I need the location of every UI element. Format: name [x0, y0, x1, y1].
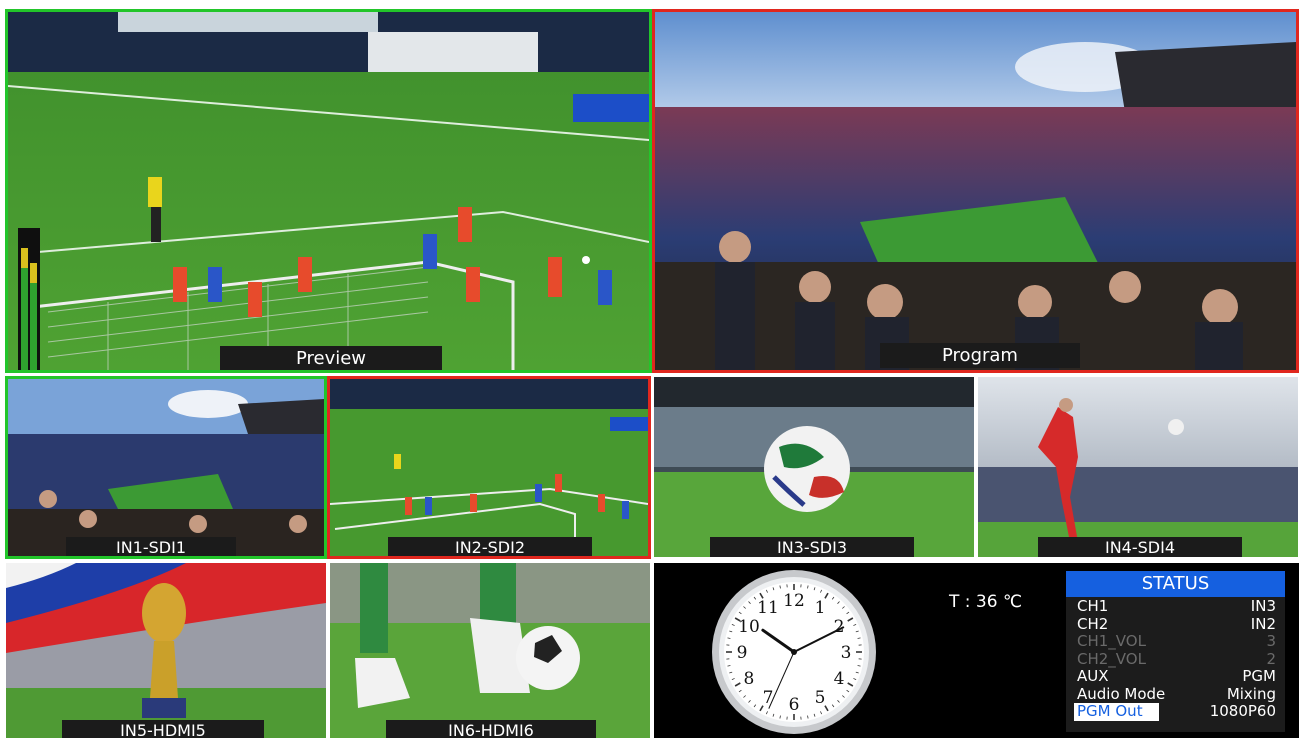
status-key: CH2_VOL	[1077, 651, 1146, 669]
analog-clock-icon: 121234567891011	[711, 569, 877, 735]
input-2-label: IN2-SDI2	[388, 537, 592, 559]
status-title: STATUS	[1066, 571, 1285, 597]
status-key: CH1	[1077, 598, 1108, 616]
status-value: IN3	[1251, 598, 1276, 616]
status-row-audio-mode: Audio Mode Mixing	[1066, 686, 1285, 704]
clock-numeral: 9	[737, 643, 748, 663]
temperature-readout: T : 36 ℃	[949, 592, 1022, 612]
input-5-label: IN5-HDMI5	[62, 720, 264, 738]
clock-numeral: 3	[841, 643, 852, 663]
program-label: Program	[880, 343, 1080, 368]
input-3-scene-image	[654, 377, 974, 557]
status-panel: STATUS CH1 IN3 CH2 IN2 CH1_VOL 3 CH2_VOL 2 A…	[1066, 571, 1285, 732]
input-tile-5[interactable]: IN5-HDMI5	[6, 563, 326, 738]
clock-numeral: 1	[815, 598, 826, 618]
program-tile[interactable]: Program	[652, 9, 1299, 373]
input-2-scene-image	[330, 379, 648, 556]
clock-numeral: 12	[783, 591, 805, 611]
status-row-ch1-vol: CH1_VOL 3	[1066, 633, 1285, 651]
input-4-scene-image	[978, 377, 1298, 557]
input-4-label: IN4-SDI4	[1038, 537, 1242, 557]
preview-label: Preview	[220, 346, 442, 371]
status-value: 2	[1266, 651, 1276, 669]
input-tile-6[interactable]: IN6-HDMI6	[330, 563, 650, 738]
status-row-ch2-vol: CH2_VOL 2	[1066, 651, 1285, 669]
status-key: CH1_VOL	[1077, 633, 1146, 651]
status-key: Audio Mode	[1077, 686, 1165, 704]
status-key-selected[interactable]: PGM Out	[1074, 703, 1159, 721]
clock-numeral: 8	[744, 669, 755, 689]
input-3-label: IN3-SDI3	[710, 537, 914, 557]
input-tile-3[interactable]: IN3-SDI3	[654, 377, 974, 557]
input-6-scene-image	[330, 563, 650, 738]
status-value: PGM	[1242, 668, 1276, 686]
status-row-aux: AUX PGM	[1066, 668, 1285, 686]
input-5-scene-image	[6, 563, 326, 738]
status-row-pgm-out[interactable]: PGM Out 1080P60	[1066, 703, 1285, 721]
status-key: CH2	[1077, 616, 1108, 634]
program-scene-image	[655, 12, 1296, 370]
input-1-scene-image	[8, 379, 324, 556]
clock-numeral: 10	[738, 617, 760, 637]
input-tile-4[interactable]: IN4-SDI4	[978, 377, 1298, 557]
status-value: 3	[1266, 633, 1276, 651]
status-value: IN2	[1251, 616, 1276, 634]
status-row-ch2: CH2 IN2	[1066, 616, 1285, 634]
clock-numeral: 11	[757, 598, 779, 618]
clock-numeral: 6	[789, 695, 800, 715]
input-tile-2[interactable]: IN2-SDI2	[327, 376, 651, 559]
status-value: Mixing	[1227, 686, 1276, 704]
audio-level-meter-icon	[18, 228, 40, 373]
status-row-ch1: CH1 IN3	[1066, 598, 1285, 616]
input-6-label: IN6-HDMI6	[386, 720, 596, 738]
clock-numeral: 7	[763, 688, 774, 708]
preview-scene-image	[8, 12, 649, 370]
input-1-label: IN1-SDI1	[66, 537, 236, 559]
clock-numeral: 5	[815, 688, 826, 708]
status-value: 1080P60	[1210, 703, 1276, 721]
clock-numeral: 4	[834, 669, 845, 689]
status-key: AUX	[1077, 668, 1109, 686]
preview-tile[interactable]: Preview	[5, 9, 652, 373]
input-tile-1[interactable]: IN1-SDI1	[5, 376, 327, 559]
